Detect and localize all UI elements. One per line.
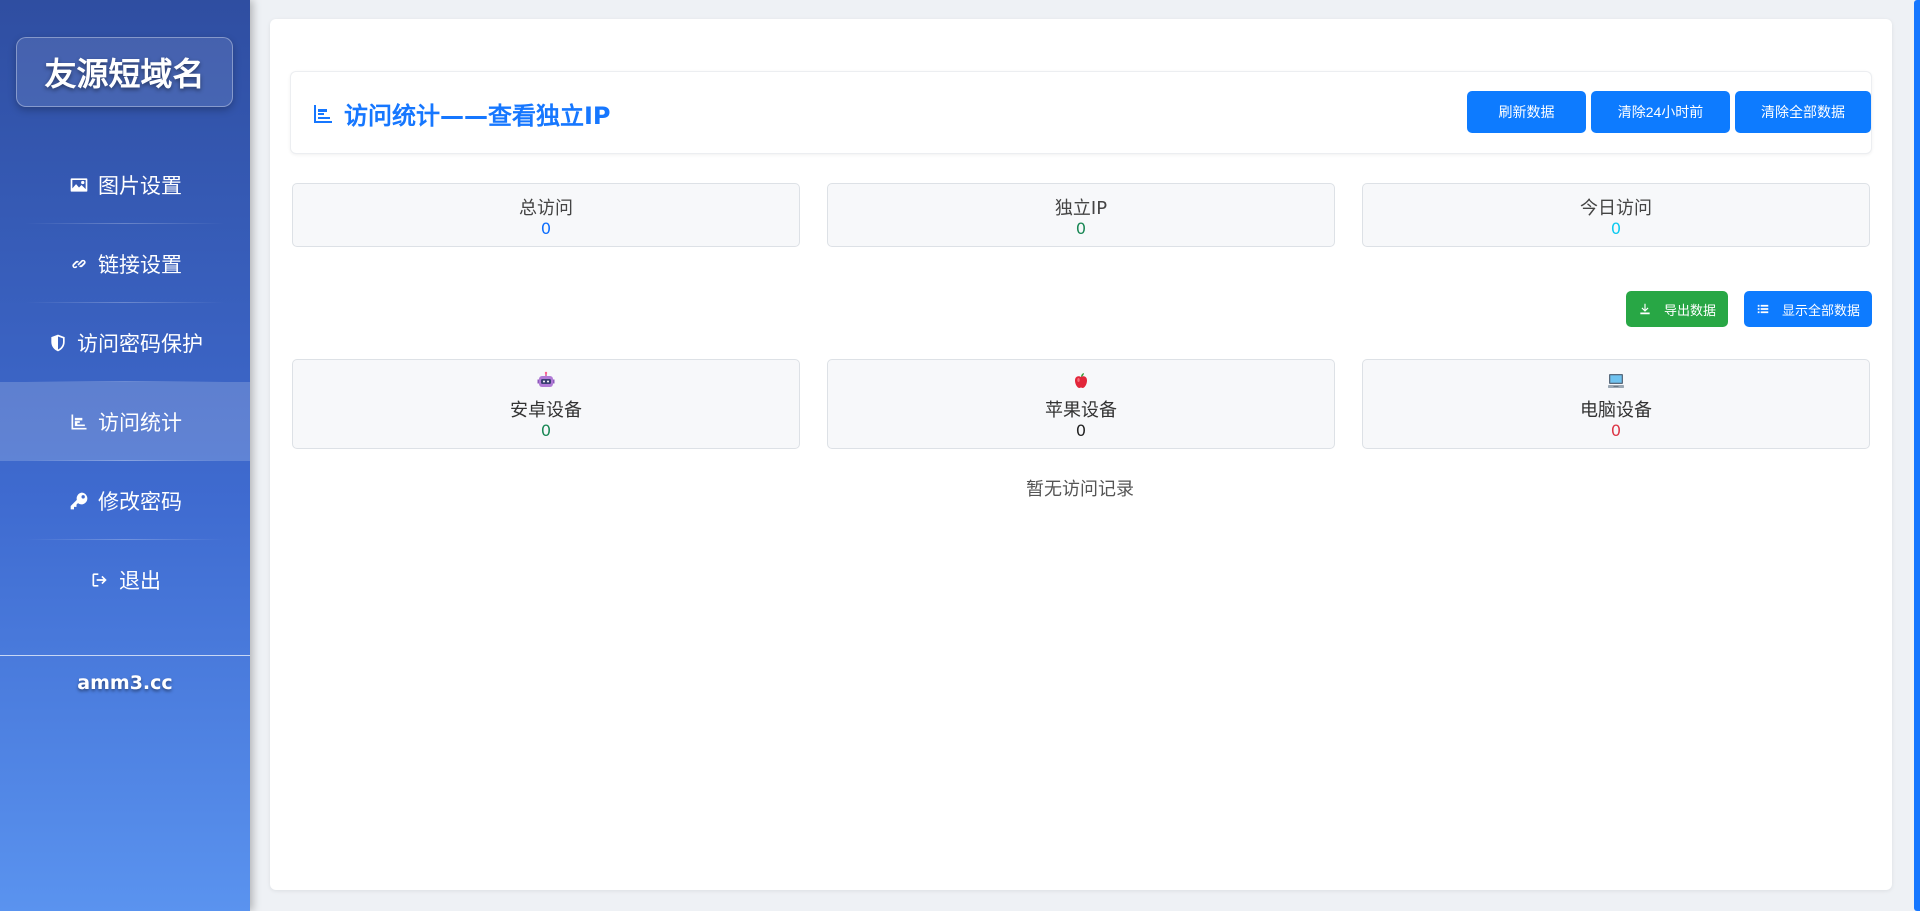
brand-title: 友源短域名 <box>16 37 233 107</box>
sidebar-item-image-settings[interactable]: 图片设置 <box>0 145 250 224</box>
main-panel: 访问统计——查看独立IP 刷新数据 清除24小时前 清除全部数据 总访问 0 独… <box>270 19 1892 890</box>
sidebar-item-logout[interactable]: 退出 <box>0 540 250 619</box>
refresh-button[interactable]: 刷新数据 <box>1467 91 1586 133</box>
export-button[interactable]: 导出数据 <box>1626 291 1728 327</box>
robot-icon <box>293 371 799 391</box>
device-label: 电脑设备 <box>1580 400 1652 421</box>
device-label: 安卓设备 <box>510 400 582 421</box>
computer-icon <box>1363 371 1869 391</box>
device-value: 0 <box>540 421 552 440</box>
stat-label: 总访问 <box>519 198 573 219</box>
device-pc: 电脑设备 0 <box>1362 359 1870 449</box>
page-title-text: 访问统计——查看独立IP <box>344 102 611 130</box>
show-all-label: 显示全部数据 <box>1781 303 1860 319</box>
apple-icon <box>828 371 1334 391</box>
logout-icon <box>89 569 111 591</box>
page-header: 访问统计——查看独立IP 刷新数据 清除24小时前 清除全部数据 <box>290 71 1872 154</box>
clear-24h-button[interactable]: 清除24小时前 <box>1591 91 1730 133</box>
site-domain: amm3.cc <box>77 672 173 694</box>
stat-value: 0 <box>1610 219 1622 238</box>
export-label: 导出数据 <box>1663 303 1716 319</box>
stat-value: 0 <box>1075 219 1087 238</box>
sidebar-item-label: 修改密码 <box>98 489 182 514</box>
stat-value: 0 <box>540 219 552 238</box>
chart-icon <box>314 104 332 123</box>
sidebar-nav: 图片设置 链接设置 访问密码保护 访问统计 修改密码 退出 <box>0 145 250 619</box>
sidebar-item-label: 链接设置 <box>98 252 182 277</box>
device-value: 0 <box>1610 421 1622 440</box>
chart-icon <box>68 411 90 433</box>
empty-state-text: 暂无访问记录 <box>1026 479 1134 500</box>
sidebar-item-change-password[interactable]: 修改密码 <box>0 461 250 540</box>
stat-label: 独立IP <box>1054 198 1108 219</box>
stat-unique-ip: 独立IP 0 <box>827 183 1335 247</box>
device-label: 苹果设备 <box>1045 400 1117 421</box>
stat-label: 今日访问 <box>1580 198 1652 219</box>
sidebar: 友源短域名 图片设置 链接设置 访问密码保护 访问统计 修改密码 退出 amm3… <box>0 0 250 911</box>
sidebar-item-statistics[interactable]: 访问统计 <box>0 382 250 461</box>
key-icon <box>68 490 90 512</box>
show-all-button[interactable]: 显示全部数据 <box>1744 291 1872 327</box>
sidebar-divider <box>0 655 250 656</box>
sidebar-item-password-protection[interactable]: 访问密码保护 <box>0 303 250 382</box>
download-icon <box>1640 303 1650 315</box>
clear-all-button[interactable]: 清除全部数据 <box>1735 91 1871 133</box>
sidebar-item-label: 图片设置 <box>98 173 182 198</box>
stat-today-visits: 今日访问 0 <box>1362 183 1870 247</box>
image-icon <box>68 174 90 196</box>
link-icon <box>68 253 90 275</box>
sidebar-item-label: 访问统计 <box>98 410 182 435</box>
sidebar-item-label: 访问密码保护 <box>77 331 203 356</box>
device-value: 0 <box>1075 421 1087 440</box>
sidebar-item-link-settings[interactable]: 链接设置 <box>0 224 250 303</box>
scrollbar[interactable] <box>1914 0 1920 911</box>
shield-icon <box>47 332 69 354</box>
list-icon <box>1757 304 1769 314</box>
page-title: 访问统计——查看独立IP <box>311 72 611 155</box>
sidebar-item-label: 退出 <box>119 568 161 593</box>
device-android: 安卓设备 0 <box>292 359 800 449</box>
device-apple: 苹果设备 0 <box>827 359 1335 449</box>
stat-total-visits: 总访问 0 <box>292 183 800 247</box>
